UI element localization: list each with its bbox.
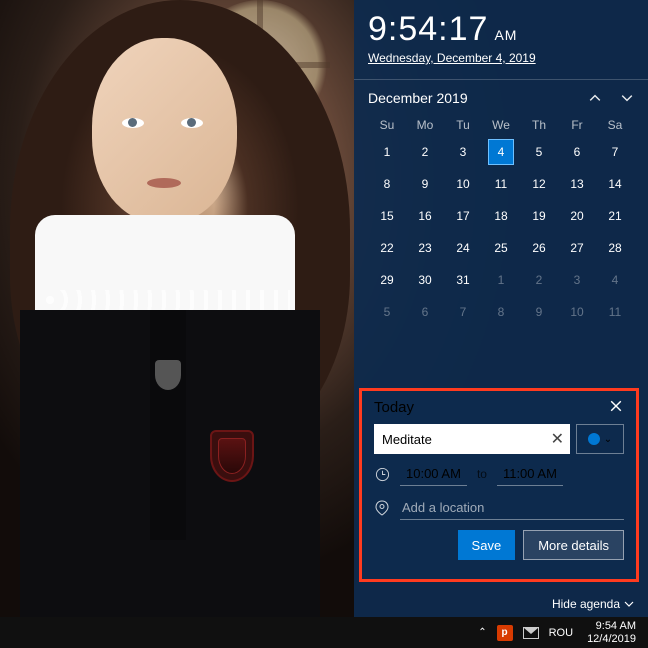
calendar-dow-header: We <box>482 114 520 136</box>
calendar-day-cell[interactable]: 10 <box>558 296 596 328</box>
calendar-day-cell[interactable]: 5 <box>368 296 406 328</box>
calendar-dow-header: Th <box>520 114 558 136</box>
tray-overflow-button[interactable]: ⌃ <box>478 627 486 638</box>
calendar-dow-header: Tu <box>444 114 482 136</box>
location-icon <box>374 500 390 516</box>
calendar-day-cell[interactable]: 31 <box>444 264 482 296</box>
event-location-input[interactable] <box>400 496 624 520</box>
hide-agenda-label: Hide agenda <box>552 597 620 611</box>
calendar-day-cell[interactable]: 3 <box>558 264 596 296</box>
calendar-dow-header: Mo <box>406 114 444 136</box>
calendar-grid: SuMoTuWeThFrSa 1234567891011121314151617… <box>368 114 634 328</box>
calendar-day-cell[interactable]: 3 <box>444 136 482 168</box>
calendar-month-label[interactable]: December 2019 <box>368 90 468 106</box>
calendar-day-cell[interactable]: 18 <box>482 200 520 232</box>
calendar-day-cell[interactable]: 7 <box>596 136 634 168</box>
calendar-day-cell[interactable]: 4 <box>482 136 520 168</box>
event-title-clear-button[interactable]: ✕ <box>551 429 564 449</box>
calendar-day-cell[interactable]: 17 <box>444 200 482 232</box>
calendar-day-cell[interactable]: 6 <box>558 136 596 168</box>
calendar-day-cell[interactable]: 6 <box>406 296 444 328</box>
event-color-dropdown[interactable]: ⌄ <box>576 424 624 454</box>
taskbar-date: 12/4/2019 <box>587 633 636 645</box>
calendar-day-cell[interactable]: 11 <box>596 296 634 328</box>
taskbar-clock[interactable]: 9:54 AM 12/4/2019 <box>581 620 642 644</box>
calendar-day-cell[interactable]: 24 <box>444 232 482 264</box>
calendar-day-cell[interactable]: 1 <box>368 136 406 168</box>
calendar-day-cell[interactable]: 12 <box>520 168 558 200</box>
calendar-day-cell[interactable]: 7 <box>444 296 482 328</box>
calendar-day-cell[interactable]: 30 <box>406 264 444 296</box>
calendar-day-cell[interactable]: 2 <box>520 264 558 296</box>
calendar-day-cell[interactable]: 26 <box>520 232 558 264</box>
calendar-day-cell[interactable]: 21 <box>596 200 634 232</box>
calendar-dow-header: Sa <box>596 114 634 136</box>
event-title-input[interactable] <box>382 432 562 447</box>
event-time-to-label: to <box>477 467 487 481</box>
wallpaper-figure-tie <box>150 310 186 540</box>
calendar-day-cell[interactable]: 25 <box>482 232 520 264</box>
chevron-down-icon: ⌄ <box>604 434 612 445</box>
calendar-day-cell[interactable]: 14 <box>596 168 634 200</box>
tray-language-indicator[interactable]: ROU <box>549 627 573 639</box>
clock-icon <box>374 467 390 482</box>
calendar-day-cell[interactable]: 8 <box>368 168 406 200</box>
calendar-day-cell[interactable]: 8 <box>482 296 520 328</box>
calendar-prev-month-button[interactable] <box>588 91 602 105</box>
calendar-day-cell[interactable]: 15 <box>368 200 406 232</box>
event-start-time-field[interactable]: 10:00 AM <box>400 462 467 486</box>
tray-app-icon[interactable]: p <box>497 625 513 641</box>
calendar-day-cell[interactable]: 23 <box>406 232 444 264</box>
calendar-day-cell[interactable]: 4 <box>596 264 634 296</box>
calendar-day-cell[interactable]: 29 <box>368 264 406 296</box>
tray-mail-icon[interactable] <box>523 627 539 639</box>
agenda-quick-event-panel: Today ✕ ⌄ 10:00 AM to 11:00 AM Save More… <box>359 388 639 582</box>
wallpaper-figure-crest <box>210 430 254 482</box>
hide-agenda-button[interactable]: Hide agenda <box>552 597 634 611</box>
calendar-day-cell[interactable]: 1 <box>482 264 520 296</box>
calendar-day-cell[interactable]: 27 <box>558 232 596 264</box>
calendar-color-dot-icon <box>588 433 600 445</box>
calendar-day-cell[interactable]: 13 <box>558 168 596 200</box>
calendar-day-cell[interactable]: 9 <box>520 296 558 328</box>
agenda-header: Today <box>374 399 414 416</box>
clock-time-value: 9:54:17 <box>368 10 488 49</box>
calendar-day-cell[interactable]: 9 <box>406 168 444 200</box>
save-button[interactable]: Save <box>458 530 516 560</box>
calendar-day-cell[interactable]: 16 <box>406 200 444 232</box>
calendar-day-cell[interactable]: 19 <box>520 200 558 232</box>
event-title-field[interactable]: ✕ <box>374 424 570 454</box>
close-icon <box>610 400 622 412</box>
event-end-time-field[interactable]: 11:00 AM <box>497 462 563 486</box>
calendar-day-cell[interactable]: 2 <box>406 136 444 168</box>
calendar-day-cell[interactable]: 11 <box>482 168 520 200</box>
calendar-next-month-button[interactable] <box>620 91 634 105</box>
clock-time: 9:54:17 AM <box>368 10 634 49</box>
taskbar-time: 9:54 AM <box>587 620 636 632</box>
clock-date-link[interactable]: Wednesday, December 4, 2019 <box>368 51 536 65</box>
calendar-day-cell[interactable]: 20 <box>558 200 596 232</box>
agenda-close-button[interactable] <box>610 399 624 416</box>
clock-ampm: AM <box>494 27 517 43</box>
calendar-day-cell[interactable]: 10 <box>444 168 482 200</box>
calendar-day-cell[interactable]: 28 <box>596 232 634 264</box>
calendar-dow-header: Fr <box>558 114 596 136</box>
calendar-day-cell[interactable]: 5 <box>520 136 558 168</box>
calendar-dow-header: Su <box>368 114 406 136</box>
wallpaper-figure-face <box>92 38 237 223</box>
divider <box>354 79 648 80</box>
calendar-day-cell[interactable]: 22 <box>368 232 406 264</box>
system-tray[interactable]: ⌃ p ROU <box>478 625 573 641</box>
more-details-button[interactable]: More details <box>523 530 624 560</box>
chevron-down-icon <box>624 599 634 609</box>
wallpaper-figure-badge <box>155 360 181 390</box>
taskbar: ⌃ p ROU 9:54 AM 12/4/2019 <box>0 617 648 648</box>
